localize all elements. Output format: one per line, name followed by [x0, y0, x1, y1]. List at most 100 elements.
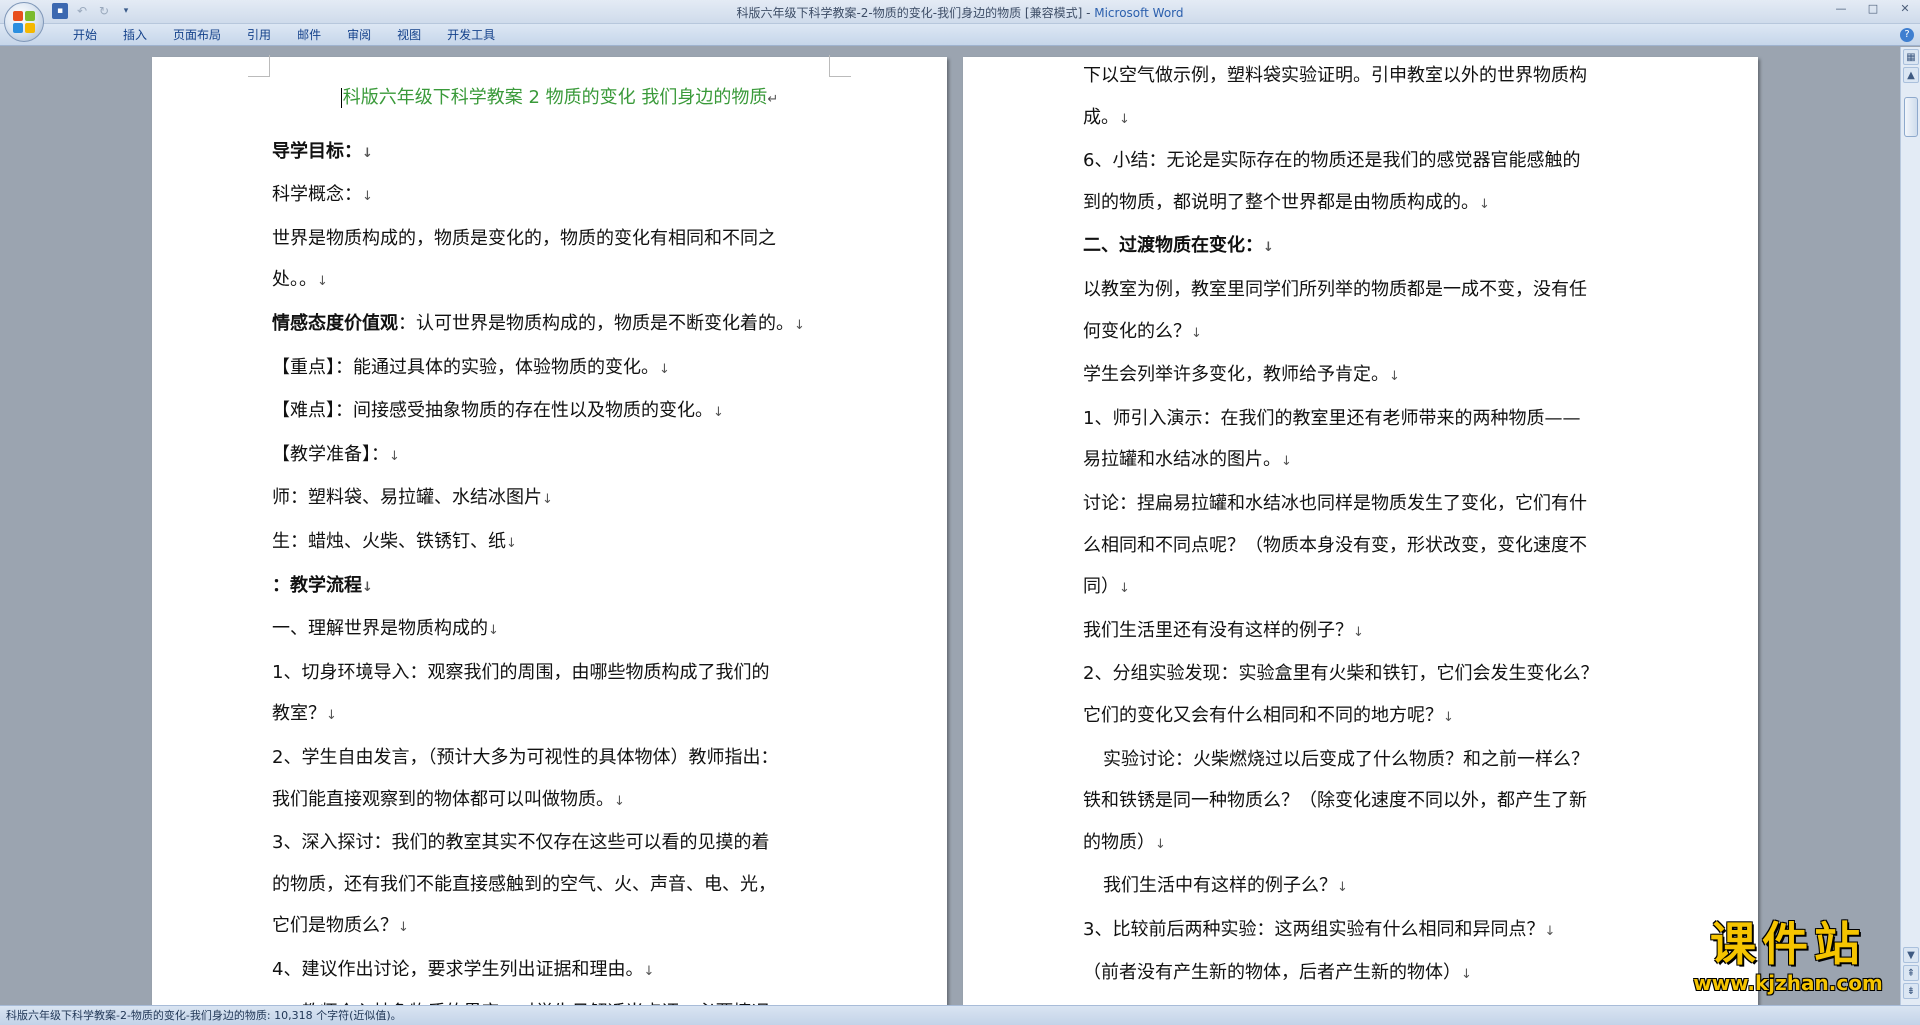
- line-text: 二、过渡物质在变化：: [1083, 235, 1263, 257]
- line-text: 它们的变化又会有什么相同和不同的地方呢？: [1083, 704, 1443, 726]
- document-line[interactable]: 的物质，还有我们不能直接感触到的空气、火、声音、电、光，: [272, 864, 847, 906]
- document-line[interactable]: 学生会列举许多变化，教师给予肯定。↓: [1083, 354, 1658, 398]
- tab-mailings[interactable]: 邮件: [284, 27, 334, 43]
- margin-corner-mark: [248, 55, 270, 77]
- office-button[interactable]: [4, 2, 44, 42]
- document-line[interactable]: 成。↓: [1083, 97, 1658, 141]
- line-text: ：认可世界是物质构成的，物质是不断变化着的。: [398, 312, 794, 334]
- document-line[interactable]: 1、师引入演示：在我们的教室里还有老师带来的两种物质——: [1083, 398, 1658, 440]
- document-line[interactable]: 【难点】：间接感受抽象物质的存在性以及物质的变化。↓: [272, 390, 847, 434]
- watermark-text: 课件站: [1710, 917, 1866, 971]
- document-line[interactable]: 二、过渡物质在变化：↓: [1083, 225, 1658, 269]
- document-line[interactable]: （前者没有产生新的物体，后者产生新的物体）↓: [1083, 952, 1658, 996]
- line-text: 下以空气做示例，塑料袋实验证明。引申教室以外的世界物质构: [1083, 65, 1587, 86]
- document-line[interactable]: 一、理解世界是物质构成的↓: [272, 608, 847, 652]
- close-button[interactable]: ✕: [1896, 2, 1914, 15]
- paragraph-mark-icon: ↓: [389, 448, 400, 464]
- document-line[interactable]: 以教室为例，教室里同学们所列举的物质都是一成不变，没有任: [1083, 269, 1658, 311]
- tab-view[interactable]: 视图: [384, 27, 434, 43]
- line-text: 成。: [1083, 106, 1119, 128]
- document-line[interactable]: 情感态度价值观：认可世界是物质构成的，物质是不断变化着的。↓: [272, 303, 847, 347]
- bold-label: 情感态度价值观: [272, 312, 398, 334]
- document-line[interactable]: 铁和铁锈是同一种物质么？（除变化速度不同以外，都产生了新: [1083, 780, 1658, 822]
- document-line[interactable]: 生：蜡烛、火柴、铁锈钉、纸↓: [272, 521, 847, 565]
- tab-review[interactable]: 审阅: [334, 27, 384, 43]
- paragraph-mark-icon: ↓: [713, 405, 724, 421]
- document-line[interactable]: 的物质）↓: [1083, 822, 1658, 866]
- page-right[interactable]: 下以空气做示例，塑料袋实验证明。引申教室以外的世界物质构 成。↓ 6、小结：无论是实…: [963, 57, 1758, 1005]
- document-line[interactable]: 【重点】：能通过具体的实验，体验物质的变化。↓: [272, 347, 847, 391]
- help-icon[interactable]: ?: [1900, 28, 1914, 42]
- app-name: Microsoft Word: [1094, 6, 1184, 20]
- document-line[interactable]: 科版六年级下科学教案 2 物质的变化 我们身边的物质↵: [272, 77, 847, 121]
- tab-home[interactable]: 开始: [60, 27, 110, 43]
- document-line[interactable]: 1、切身环境导入：观察我们的周围，由哪些物质构成了我们的: [272, 652, 847, 694]
- maximize-button[interactable]: □: [1864, 2, 1882, 15]
- document-area: 科版六年级下科学教案 2 物质的变化 我们身边的物质↵ 导学目标：↓ 科学概念：↓ 世…: [0, 47, 1900, 1005]
- line-text: 导学目标：: [272, 140, 362, 162]
- paragraph-mark-icon: ↓: [614, 793, 625, 809]
- document-line[interactable]: 到的物质，都说明了整个世界都是由物质构成的。↓: [1083, 182, 1658, 226]
- line-text: 【重点】：能通过具体的实验，体验物质的变化。: [272, 356, 659, 378]
- line-text: 处。。: [272, 269, 317, 291]
- document-line[interactable]: 易拉罐和水结冰的图片。↓: [1083, 439, 1658, 483]
- document-line[interactable]: ：教学流程↓: [272, 565, 847, 609]
- document-line[interactable]: 么相同和不同点呢？（物质本身没有变，形状改变，变化速度不: [1083, 525, 1658, 567]
- line-text: 它们是物质么？: [272, 915, 398, 937]
- line-text: 师：塑料袋、易拉罐、水结冰图片: [272, 487, 542, 509]
- title-bar: ▪ ↶ ↻ ▾ 科版六年级下科学教案-2-物质的变化-我们身边的物质 [兼容模式…: [0, 0, 1920, 24]
- document-line[interactable]: 2、分组实验发现：实验盒里有火柴和铁钉，它们会发生变化么？: [1083, 653, 1658, 695]
- document-line[interactable]: 世界是物质构成的，物质是变化的，物质的变化有相同和不同之: [272, 218, 847, 260]
- scroll-thumb[interactable]: [1904, 97, 1918, 137]
- page-left-text[interactable]: 科版六年级下科学教案 2 物质的变化 我们身边的物质↵ 导学目标：↓ 科学概念：↓ 世…: [272, 77, 847, 1005]
- line-text: 么相同和不同点呢？（物质本身没有变，形状改变，变化速度不: [1083, 534, 1587, 556]
- document-line[interactable]: 何变化的么？↓: [1083, 311, 1658, 355]
- minimize-button[interactable]: —: [1832, 2, 1850, 15]
- line-text: 1、切身环境导入：观察我们的周围，由哪些物质构成了我们的: [272, 661, 770, 683]
- document-line[interactable]: 6、小结：无论是实际存在的物质还是我们的感觉器官能感触的: [1083, 140, 1658, 182]
- document-line[interactable]: 我们生活里还有没有这样的例子？↓: [1083, 610, 1658, 654]
- line-text: 易拉罐和水结冰的图片。: [1083, 449, 1281, 471]
- tab-developer[interactable]: 开发工具: [434, 27, 508, 43]
- line-text: 4、建议作出讨论，要求学生列出证据和理由。: [272, 958, 644, 980]
- scroll-up-icon[interactable]: ▲: [1903, 67, 1919, 83]
- tab-insert[interactable]: 插入: [110, 27, 160, 43]
- tab-page-layout[interactable]: 页面布局: [160, 27, 234, 43]
- paragraph-mark-icon: ↓: [1389, 369, 1400, 385]
- document-line[interactable]: 导学目标：↓: [272, 131, 847, 175]
- document-line[interactable]: 处。。↓: [272, 259, 847, 303]
- watermark-url: www.kjzhan.com: [1693, 971, 1883, 995]
- page-right-text[interactable]: 下以空气做示例，塑料袋实验证明。引申教室以外的世界物质构 成。↓ 6、小结：无论是实…: [1083, 55, 1658, 996]
- paragraph-mark-icon: ↓: [1155, 836, 1166, 852]
- document-line[interactable]: 下以空气做示例，塑料袋实验证明。引申教室以外的世界物质构: [1083, 55, 1658, 97]
- paragraph-mark-icon: ↓: [1119, 111, 1130, 127]
- document-line[interactable]: 5、教师介入抽象物质的界定：对学生见解适当点评，必要情况: [272, 992, 847, 1005]
- tab-references[interactable]: 引用: [234, 27, 284, 43]
- document-line[interactable]: 同）↓: [1083, 566, 1658, 610]
- line-text: 我们生活中有这样的例子么？: [1103, 875, 1337, 897]
- paragraph-mark-icon: ↓: [398, 920, 409, 936]
- document-line[interactable]: 实验讨论：火柴燃烧过以后变成了什么物质？和之前一样么？: [1083, 739, 1658, 781]
- document-line[interactable]: 教室？↓: [272, 693, 847, 737]
- document-line[interactable]: 我们能直接观察到的物体都可以叫做物质。↓: [272, 779, 847, 823]
- document-line[interactable]: 【教学准备】：↓: [272, 434, 847, 478]
- document-line[interactable]: 我们生活中有这样的例子么？↓: [1083, 865, 1658, 909]
- paragraph-mark-icon: ↓: [659, 361, 670, 377]
- document-line[interactable]: 科学概念：↓: [272, 174, 847, 218]
- document-line[interactable]: 师：塑料袋、易拉罐、水结冰图片↓: [272, 477, 847, 521]
- document-line[interactable]: 3、比较前后两种实验：这两组实验有什么相同和异同点？↓: [1083, 909, 1658, 953]
- document-line[interactable]: 2、学生自由发言，（预计大多为可视性的具体物体）教师指出：: [272, 737, 847, 779]
- document-line[interactable]: 4、建议作出讨论，要求学生列出证据和理由。↓: [272, 949, 847, 993]
- line-text: 讨论：捏扁易拉罐和水结冰也同样是物质发生了变化，它们有什: [1083, 492, 1587, 514]
- document-line[interactable]: 讨论：捏扁易拉罐和水结冰也同样是物质发生了变化，它们有什: [1083, 483, 1658, 525]
- document-line[interactable]: 3、深入探讨：我们的教室其实不仅存在这些可以看的见摸的着: [272, 822, 847, 864]
- line-text: 实验讨论：火柴燃烧过以后变成了什么物质？和之前一样么？: [1103, 748, 1589, 770]
- paragraph-mark-icon: ↓: [362, 145, 373, 161]
- watermark-logo: 课件站 www.kjzhan.com: [1668, 918, 1908, 1000]
- vertical-scrollbar[interactable]: ▦ ▲ ▼ ⇞ ⇟: [1900, 47, 1920, 1005]
- paragraph-mark-icon: ↓: [1461, 967, 1472, 983]
- page-left[interactable]: 科版六年级下科学教案 2 物质的变化 我们身边的物质↵ 导学目标：↓ 科学概念：↓ 世…: [152, 55, 947, 1005]
- ruler-toggle-icon[interactable]: ▦: [1903, 49, 1919, 65]
- document-line[interactable]: 它们的变化又会有什么相同和不同的地方呢？↓: [1083, 695, 1658, 739]
- document-line[interactable]: 它们是物质么？↓: [272, 905, 847, 949]
